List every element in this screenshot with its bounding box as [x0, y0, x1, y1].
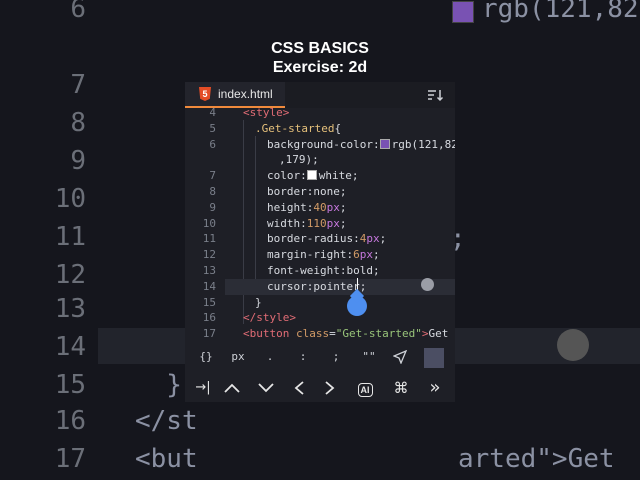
background-line-number: 10 [54, 184, 86, 214]
background-line-number: 11 [54, 222, 86, 252]
color-picker-button[interactable] [424, 348, 444, 368]
code-line[interactable]: 11 border-radius:4px; [185, 231, 455, 247]
line-number: 14 [202, 279, 216, 293]
background-line-number: 17 [54, 444, 86, 474]
line-code: font-weight:bold; [267, 264, 380, 277]
line-number: 4 [209, 106, 216, 119]
symbol-toolbar: {} px . : ; "" [185, 340, 455, 374]
cursor-handle[interactable] [347, 296, 367, 316]
line-code: width:110px; [267, 216, 347, 230]
background-color-swatch [452, 1, 474, 23]
line-number: 15 [202, 295, 216, 309]
code-line[interactable]: 13 font-weight:bold; [185, 263, 455, 279]
line-number: 8 [209, 185, 216, 198]
ai-button[interactable]: AI [351, 378, 379, 398]
down-icon[interactable] [257, 382, 275, 394]
line-code: <style> [243, 106, 290, 119]
background-line-number: 14 [54, 332, 86, 362]
background-line-number: 6 [70, 0, 86, 24]
line-code: border-radius:4px; [267, 232, 387, 246]
tab-label: index.html [218, 87, 273, 101]
insert-quotes-button[interactable]: "" [355, 350, 383, 363]
line-code: border:none; [267, 185, 347, 198]
line-number: 9 [209, 200, 216, 214]
line-code: cursor:pointer; [267, 279, 367, 293]
background-line-code: <but [135, 444, 198, 474]
line-number: 11 [202, 232, 216, 246]
sort-icon[interactable] [427, 88, 443, 102]
line-code: </style> [243, 311, 296, 325]
background-line-number: 12 [54, 260, 86, 290]
line-code: color: white; [267, 169, 359, 183]
ai-icon: AI [357, 383, 373, 397]
code-line[interactable]: 8 border:none; [185, 184, 455, 200]
tab-icon[interactable]: →| [189, 378, 217, 398]
line-number: 13 [202, 264, 216, 277]
video-subtitle: Exercise: 2d [272, 59, 368, 76]
fast-forward-icon[interactable]: » [421, 378, 449, 398]
background-line-number: 9 [70, 146, 86, 176]
right-icon[interactable] [324, 380, 336, 396]
code-line[interactable]: 12 margin-right:6px; [185, 247, 455, 263]
code-area[interactable]: 4 <style> 5 .Get-started{ 6 background-color:… [185, 105, 455, 340]
insert-colon-button[interactable]: : [289, 350, 317, 363]
background-code-right-3: arted">Get [458, 444, 615, 474]
background-line-number: 16 [54, 406, 86, 436]
background-code-right-1: rgb(121,82 [482, 0, 639, 24]
insert-braces-button[interactable]: {} [192, 350, 220, 363]
line-code: background-color: rgb(121,82 [267, 137, 455, 151]
line-number: 5 [209, 121, 216, 135]
send-icon[interactable] [393, 350, 407, 364]
background-line: 16 </st [0, 406, 640, 444]
code-line[interactable]: 6 background-color: rgb(121,82 [185, 137, 455, 153]
code-line[interactable]: 9 height:40px; [185, 200, 455, 216]
line-number: 7 [209, 169, 216, 183]
insert-dot-button[interactable]: . [256, 350, 284, 363]
background-line-code: </st [135, 406, 198, 436]
code-line[interactable]: 16 </style> [185, 310, 455, 326]
background-line-number: 7 [70, 70, 86, 100]
line-code: ,179); [279, 153, 319, 167]
up-icon[interactable] [223, 382, 241, 394]
video-title: CSS BASICS [271, 40, 369, 57]
html5-icon: 5 [199, 87, 211, 101]
line-number: 10 [202, 216, 216, 230]
line-number: 6 [209, 137, 216, 151]
insert-px-button[interactable]: px [224, 350, 252, 363]
background-line-number: 15 [54, 370, 86, 400]
line-number: 16 [202, 311, 216, 325]
navigation-toolbar: →| AI ⌘ » [185, 374, 455, 402]
background-line-code: } [135, 370, 182, 400]
line-code: .Get-started{ [255, 121, 342, 135]
line-code: margin-right:6px; [267, 248, 380, 262]
insert-semicolon-button[interactable]: ; [322, 350, 350, 363]
code-line[interactable]: ,179); [185, 152, 455, 168]
left-icon[interactable] [293, 380, 305, 396]
code-line[interactable]: 7 color: white; [185, 168, 455, 184]
code-line[interactable]: 5 .Get-started{ [185, 121, 455, 137]
background-line-number: 8 [70, 108, 86, 138]
code-line[interactable]: 15} [185, 295, 455, 311]
background-line-number: 13 [54, 294, 86, 324]
line-code: height:40px; [267, 200, 347, 214]
line-number: 12 [202, 248, 216, 262]
command-icon[interactable]: ⌘ [387, 378, 415, 398]
scroll-handle[interactable] [421, 278, 434, 291]
code-line[interactable]: 4 <style> [185, 105, 455, 121]
code-line[interactable]: 10 width:110px; [185, 216, 455, 232]
line-code: } [255, 295, 262, 309]
